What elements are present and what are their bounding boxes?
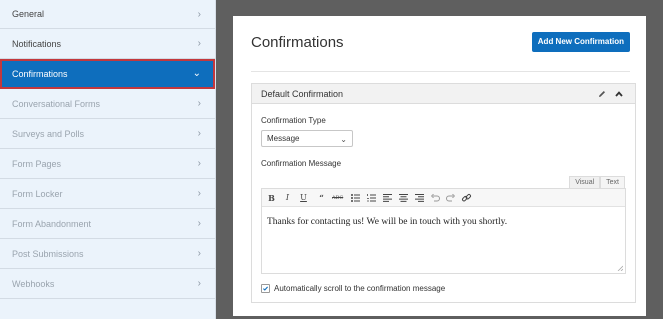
panel-header: Confirmations Add New Confirmation — [251, 32, 630, 72]
numbered-list-icon[interactable] — [366, 192, 377, 204]
sidebar-item-conversational-forms[interactable]: Conversational Forms › — [0, 89, 215, 119]
page-title: Confirmations — [251, 34, 344, 51]
confirmation-type-label: Confirmation Type — [261, 116, 326, 125]
redo-icon[interactable] — [445, 192, 456, 204]
sidebar-item-surveys-and-polls[interactable]: Surveys and Polls › — [0, 119, 215, 149]
chevron-right-icon: › — [197, 188, 201, 199]
editor-tabs: Visual Text — [569, 176, 625, 188]
chevron-right-icon: › — [197, 158, 201, 169]
sidebar-item-label: Form Pages — [12, 159, 62, 169]
sidebar-item-label: Webhooks — [12, 279, 55, 289]
message-content[interactable]: Thanks for contacting us! We will be in … — [262, 208, 625, 273]
confirmation-type-select[interactable]: Message ⌄ — [261, 130, 353, 147]
auto-scroll-label: Automatically scroll to the confirmation… — [274, 284, 446, 293]
bullet-list-icon[interactable] — [350, 192, 361, 204]
chevron-right-icon: › — [197, 218, 201, 229]
chevron-up-icon[interactable] — [614, 89, 624, 99]
sidebar-item-notifications[interactable]: Notifications › — [0, 29, 215, 59]
resize-handle-icon[interactable] — [617, 265, 623, 271]
settings-sidebar: General › Notifications › Confirmations ⌄ C… — [0, 0, 216, 319]
sidebar-item-post-submissions[interactable]: Post Submissions › — [0, 239, 215, 269]
underline-icon[interactable]: U — [298, 192, 309, 204]
sidebar-item-label: Form Locker — [12, 189, 63, 199]
message-editor: B I U “ ABC Thanks for contacting us! We… — [261, 188, 626, 274]
pencil-icon[interactable] — [597, 89, 607, 99]
confirmation-card-header[interactable]: Default Confirmation — [252, 84, 635, 104]
add-new-confirmation-button[interactable]: Add New Confirmation — [531, 32, 630, 52]
sidebar-item-label: Surveys and Polls — [12, 129, 85, 139]
strikethrough-icon[interactable]: ABC — [332, 192, 343, 204]
auto-scroll-checkbox[interactable] — [261, 284, 270, 293]
sidebar-item-label: Form Abandonment — [12, 219, 92, 229]
confirmation-card: Default Confirmation Confirmation Type M… — [251, 83, 636, 303]
confirmations-panel: Confirmations Add New Confirmation Defau… — [233, 16, 646, 316]
chevron-right-icon: › — [197, 128, 201, 139]
sidebar-item-form-locker[interactable]: Form Locker › — [0, 179, 215, 209]
chevron-right-icon: › — [197, 278, 201, 289]
blockquote-icon[interactable]: “ — [316, 192, 327, 204]
confirmation-type-value: Message — [267, 134, 300, 143]
sidebar-item-webhooks[interactable]: Webhooks › — [0, 269, 215, 299]
editor-toolbar: B I U “ ABC — [262, 189, 625, 207]
chevron-right-icon: › — [197, 9, 201, 20]
sidebar-item-form-abandonment[interactable]: Form Abandonment › — [0, 209, 215, 239]
bold-icon[interactable]: B — [266, 192, 277, 204]
tab-text[interactable]: Text — [600, 176, 625, 188]
sidebar-item-general[interactable]: General › — [0, 0, 215, 29]
chevron-right-icon: › — [197, 38, 201, 49]
italic-icon[interactable]: I — [282, 192, 293, 204]
sidebar-item-label: Post Submissions — [12, 249, 84, 259]
link-icon[interactable] — [461, 192, 472, 204]
undo-icon[interactable] — [430, 192, 441, 204]
chevron-right-icon: › — [197, 98, 201, 109]
sidebar-item-label: Confirmations — [12, 69, 68, 79]
tab-visual[interactable]: Visual — [569, 176, 601, 188]
align-left-icon[interactable] — [382, 192, 393, 204]
sidebar-item-label: Conversational Forms — [12, 99, 101, 109]
chevron-down-icon: ⌄ — [192, 68, 201, 79]
confirmation-card-title: Default Confirmation — [261, 89, 344, 99]
sidebar-item-label: General — [12, 9, 45, 19]
align-right-icon[interactable] — [414, 192, 425, 204]
content-frame: Confirmations Add New Confirmation Defau… — [216, 0, 663, 319]
align-center-icon[interactable] — [398, 192, 409, 204]
sidebar-item-label: Notifications — [12, 39, 62, 49]
chevron-right-icon: › — [197, 248, 201, 259]
chevron-down-icon: ⌄ — [340, 135, 347, 144]
sidebar-item-confirmations[interactable]: Confirmations ⌄ — [0, 59, 215, 89]
sidebar-item-form-pages[interactable]: Form Pages › — [0, 149, 215, 179]
confirmation-message-label: Confirmation Message — [261, 159, 342, 168]
